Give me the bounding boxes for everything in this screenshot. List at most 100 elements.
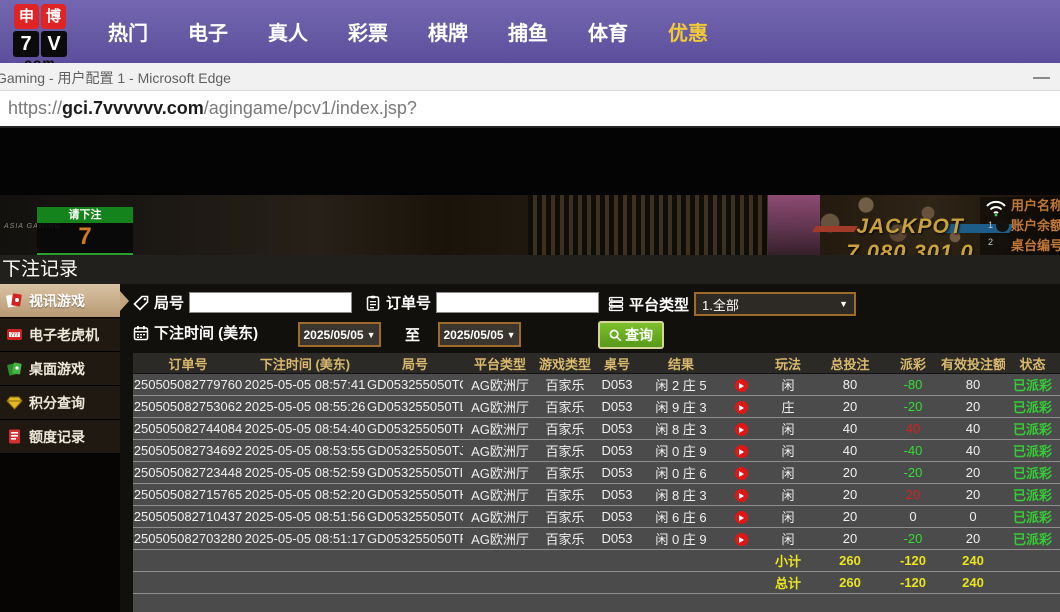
cell-valid-bet: 40 <box>941 440 1005 462</box>
total-label: 总计 <box>761 572 815 594</box>
cell-table-no: D053 <box>593 528 641 550</box>
cell-result: 闲 0 庄 6 <box>641 462 721 484</box>
chip-icon <box>996 236 1009 249</box>
table-row: 2505050827157652025-05-05 08:52:20GD0532… <box>133 484 1060 506</box>
sidebar-item-table-games[interactable]: 桌面游戏 <box>0 352 120 386</box>
cell-table-no: D053 <box>593 506 641 528</box>
total-row: 总计 260 -120 240 <box>133 572 1060 594</box>
cell-bet-on: 闲 <box>761 484 815 506</box>
replay-play-icon[interactable] <box>735 511 748 524</box>
bet-prompt: 请下注 <box>37 207 133 223</box>
minimize-button[interactable] <box>1033 77 1050 79</box>
total-payout: -120 <box>885 572 941 594</box>
cell-game-type: 百家乐 <box>537 462 593 484</box>
main-menu: 热门 电子 真人 彩票 棋牌 捕鱼 体育 优惠 <box>88 0 728 63</box>
logo-tile-v: V <box>41 31 67 57</box>
sidebar-item-quota-record[interactable]: 额度记录 <box>0 420 120 454</box>
nav-item-cards[interactable]: 棋牌 <box>408 17 488 46</box>
replay-play-icon[interactable] <box>735 445 748 458</box>
subtotal-label: 小计 <box>761 550 815 572</box>
cell-bet-time: 2025-05-05 08:54:40 <box>243 418 367 440</box>
round-input[interactable] <box>189 292 352 313</box>
col-order: 订单号 <box>133 353 243 374</box>
site-logo[interactable]: 申 博 7 V com <box>10 4 70 63</box>
cell-replay[interactable] <box>721 374 761 396</box>
replay-play-icon[interactable] <box>735 489 748 502</box>
platform-select[interactable]: 1.全部 ▼ <box>694 292 856 316</box>
cell-platform: AG欧洲厅 <box>463 418 537 440</box>
query-button[interactable]: 查询 <box>598 321 664 349</box>
cell-total-bet: 20 <box>815 462 885 484</box>
clipboard-icon <box>365 295 381 311</box>
replay-play-icon[interactable] <box>735 379 748 392</box>
order-label: 订单号 <box>386 292 431 313</box>
cell-result: 闲 2 庄 5 <box>641 374 721 396</box>
order-input[interactable] <box>436 292 599 313</box>
date-to-picker[interactable]: 2025/05/05 ▼ <box>438 322 521 347</box>
cell-status: 已派彩 <box>1005 484 1060 506</box>
chevron-down-icon: ▼ <box>367 330 376 340</box>
total-total-bet: 260 <box>815 572 885 594</box>
filter-bar: 局号 订单号 平台类型 1.全部 ▼ <box>120 284 1060 353</box>
replay-play-icon[interactable] <box>735 423 748 436</box>
subtotal-valid-bet: 240 <box>941 550 1005 572</box>
date-from-picker[interactable]: 2025/05/05 ▼ <box>298 322 381 347</box>
cell-order: 250505082723448 <box>133 462 243 484</box>
nav-item-lottery[interactable]: 彩票 <box>328 17 408 46</box>
replay-play-icon[interactable] <box>735 467 748 480</box>
cell-order: 250505082715765 <box>133 484 243 506</box>
records-main: 局号 订单号 平台类型 1.全部 ▼ <box>120 284 1060 612</box>
cell-replay[interactable] <box>721 396 761 418</box>
cell-replay[interactable] <box>721 528 761 550</box>
subtotal-total-bet: 260 <box>815 550 885 572</box>
cell-round: GD053255050TF <box>367 528 463 550</box>
cell-game-type: 百家乐 <box>537 374 593 396</box>
cell-bet-on: 闲 <box>761 418 815 440</box>
tag-icon <box>133 295 149 311</box>
cell-round: GD053255050TG <box>367 506 463 528</box>
subtotal-payout: -120 <box>885 550 941 572</box>
nav-item-live[interactable]: 真人 <box>248 17 328 46</box>
cell-table-no: D053 <box>593 374 641 396</box>
svg-text:777: 777 <box>10 332 19 338</box>
nav-item-slots[interactable]: 电子 <box>168 17 248 46</box>
cell-game-type: 百家乐 <box>537 418 593 440</box>
url-scheme: https:// <box>8 98 62 119</box>
replay-play-icon[interactable] <box>735 401 748 414</box>
video-stream: ASIA GAMING JACKPOT 7,080,301.0 1 2 用户名称… <box>0 128 1060 255</box>
cell-replay[interactable] <box>721 418 761 440</box>
nav-item-fishing[interactable]: 捕鱼 <box>488 17 568 46</box>
total-valid-bet: 240 <box>941 572 1005 594</box>
address-bar[interactable]: https://gci.7vvvvvv.com/agingame/pcv1/in… <box>0 91 1060 128</box>
to-label: 至 <box>405 324 420 345</box>
cell-valid-bet: 80 <box>941 374 1005 396</box>
cell-total-bet: 20 <box>815 396 885 418</box>
col-game-type: 游戏类型 <box>537 353 593 374</box>
url-domain: gci.7vvvvvv.com <box>62 98 204 119</box>
cell-bet-on: 闲 <box>761 528 815 550</box>
cell-replay[interactable] <box>721 440 761 462</box>
cell-replay[interactable] <box>721 462 761 484</box>
cell-replay[interactable] <box>721 484 761 506</box>
cell-bet-time: 2025-05-05 08:57:41 <box>243 374 367 396</box>
cell-table-no: D053 <box>593 396 641 418</box>
sidebar-item-slot-machines[interactable]: 777 电子老虎机 <box>0 318 120 352</box>
sidebar-item-points-query[interactable]: 积分查询 <box>0 386 120 420</box>
cell-platform: AG欧洲厅 <box>463 396 537 418</box>
cell-bet-on: 闲 <box>761 374 815 396</box>
cell-round: GD053255050TL <box>367 396 463 418</box>
jackpot-label: JACKPOT <box>830 215 990 239</box>
cell-round: GD053255050TK <box>367 418 463 440</box>
nav-item-sports[interactable]: 体育 <box>568 17 648 46</box>
cell-total-bet: 20 <box>815 506 885 528</box>
url-path: /agingame/pcv1/index.jsp? <box>204 98 417 119</box>
nav-item-hot[interactable]: 热门 <box>88 17 168 46</box>
nav-item-promo[interactable]: 优惠 <box>648 17 728 46</box>
table-row: 2505050827346922025-05-05 08:53:55GD0532… <box>133 440 1060 462</box>
sidebar-item-video-games[interactable]: 视讯游戏 <box>0 284 120 318</box>
col-payout: 派彩 <box>885 353 941 374</box>
cell-replay[interactable] <box>721 506 761 528</box>
replay-play-icon[interactable] <box>735 533 748 546</box>
cell-status: 已派彩 <box>1005 462 1060 484</box>
logo-tile-shen: 申 <box>14 4 39 29</box>
